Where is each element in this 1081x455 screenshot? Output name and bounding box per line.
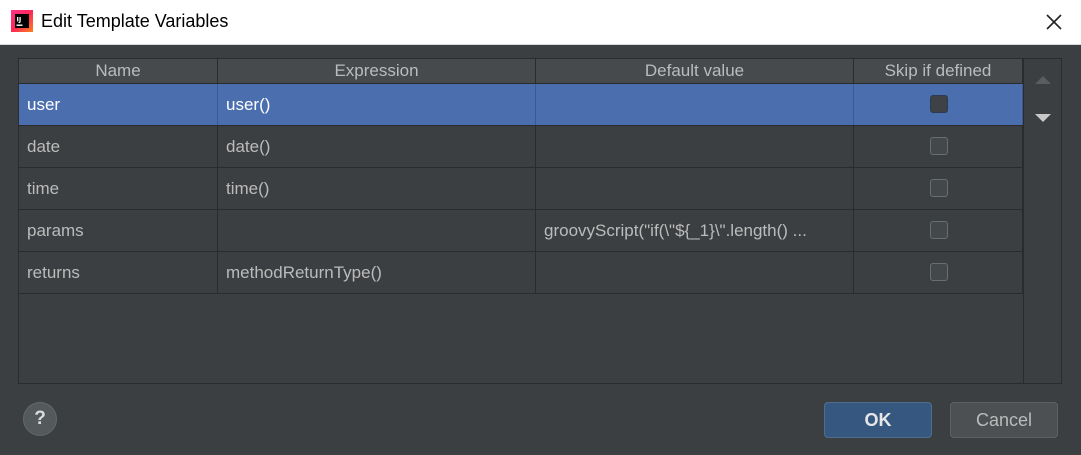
- help-button[interactable]: ?: [23, 402, 57, 436]
- title-bar: IJ Edit Template Variables: [0, 0, 1081, 45]
- expression-cell[interactable]: time(): [218, 168, 536, 209]
- window-title: Edit Template Variables: [41, 11, 229, 31]
- name-cell[interactable]: time: [19, 168, 218, 209]
- skip-if-defined-checkbox[interactable]: [930, 179, 948, 197]
- skip-if-defined-cell: [854, 84, 1023, 125]
- table-header: Name Expression Default value Skip if de…: [19, 59, 1023, 84]
- column-header-default-value[interactable]: Default value: [536, 59, 854, 83]
- skip-if-defined-cell: [854, 126, 1023, 167]
- expression-cell[interactable]: user(): [218, 84, 536, 125]
- triangle-down-icon[interactable]: [1035, 114, 1051, 122]
- table-row[interactable]: user user(): [19, 84, 1023, 126]
- default-value-cell[interactable]: [536, 252, 854, 293]
- skip-if-defined-cell: [854, 252, 1023, 293]
- name-cell[interactable]: params: [19, 210, 218, 251]
- variables-table: Name Expression Default value Skip if de…: [18, 58, 1024, 384]
- default-value-cell[interactable]: groovyScript("if(\"${_1}\".length() ...: [536, 210, 854, 251]
- table-row[interactable]: time time(): [19, 168, 1023, 210]
- table-row[interactable]: params groovyScript("if(\"${_1}\".length…: [19, 210, 1023, 252]
- expression-cell[interactable]: date(): [218, 126, 536, 167]
- intellij-logo-icon: IJ: [11, 10, 33, 32]
- default-value-cell[interactable]: [536, 126, 854, 167]
- dialog-content: Name Expression Default value Skip if de…: [0, 45, 1081, 455]
- reorder-toolbar: [1024, 58, 1062, 384]
- table-row[interactable]: date date(): [19, 126, 1023, 168]
- skip-if-defined-checkbox[interactable]: [930, 263, 948, 281]
- skip-if-defined-checkbox[interactable]: [930, 137, 948, 155]
- name-cell[interactable]: date: [19, 126, 218, 167]
- expression-cell[interactable]: methodReturnType(): [218, 252, 536, 293]
- close-icon[interactable]: [1041, 9, 1067, 35]
- table-row[interactable]: returns methodReturnType(): [19, 252, 1023, 294]
- default-value-cell[interactable]: [536, 168, 854, 209]
- ok-button[interactable]: OK: [824, 402, 932, 438]
- skip-if-defined-cell: [854, 210, 1023, 251]
- column-header-expression[interactable]: Expression: [218, 59, 536, 83]
- cancel-button[interactable]: Cancel: [950, 402, 1058, 438]
- triangle-up-icon[interactable]: [1035, 76, 1051, 84]
- column-header-name[interactable]: Name: [19, 59, 218, 83]
- default-value-cell[interactable]: [536, 84, 854, 125]
- svg-text:IJ: IJ: [17, 16, 22, 24]
- name-cell[interactable]: user: [19, 84, 218, 125]
- expression-cell[interactable]: [218, 210, 536, 251]
- skip-if-defined-checkbox[interactable]: [930, 95, 948, 113]
- skip-if-defined-cell: [854, 168, 1023, 209]
- column-header-skip-if-defined[interactable]: Skip if defined: [854, 59, 1023, 83]
- name-cell[interactable]: returns: [19, 252, 218, 293]
- skip-if-defined-checkbox[interactable]: [930, 221, 948, 239]
